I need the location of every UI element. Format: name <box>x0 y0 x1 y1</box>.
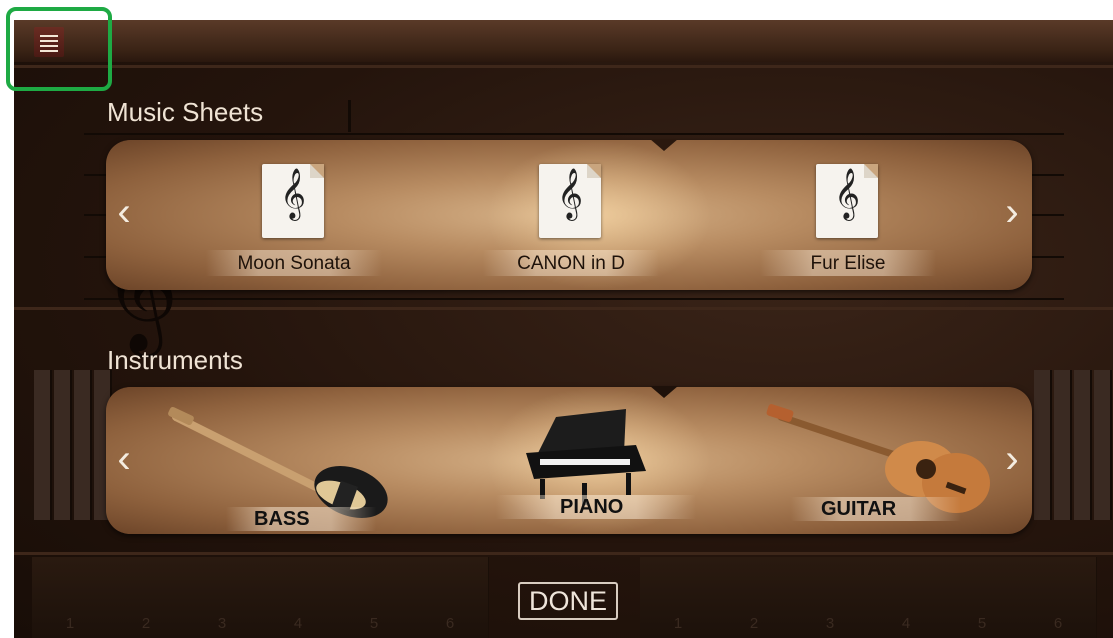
done-button[interactable]: DONE <box>518 582 618 620</box>
piano-key[interactable]: 3 <box>184 557 261 638</box>
piano-key[interactable]: 1 <box>32 557 109 638</box>
piano-key[interactable]: 5 <box>944 557 1021 638</box>
sheet-item-moon-sonata[interactable]: 𝄞 Moon Sonata <box>206 160 382 290</box>
sheet-item-label: CANON in D <box>517 253 625 274</box>
top-bar <box>14 20 1113 62</box>
sheet-item-label: Fur Elise <box>810 253 886 274</box>
piano-key[interactable]: 4 <box>260 557 337 638</box>
instrument-item-label: PIANO <box>560 496 624 518</box>
piano-key[interactable]: 6 <box>412 557 489 638</box>
piano-key[interactable]: 3 <box>792 557 869 638</box>
sheet-item-label: Moon Sonata <box>237 253 351 274</box>
sheet-music-icon: 𝄞 <box>539 164 601 238</box>
instrument-item-label: GUITAR <box>821 498 897 520</box>
music-sheets-carousel: ‹ › 𝄞 Moon Sonata 𝄞 CANON in D 𝄞 Fur Eli… <box>106 139 1032 290</box>
sheet-music-icon: 𝄞 <box>262 164 324 238</box>
piano-key[interactable]: 2 <box>108 557 185 638</box>
piano-key[interactable]: 6 <box>1020 557 1097 638</box>
instrument-item-guitar[interactable]: GUITAR <box>761 387 991 534</box>
instruments-prev-arrow[interactable]: ‹ <box>112 439 136 479</box>
instruments-carousel: ‹ › BASS PIANO GUITAR <box>106 386 1032 534</box>
divider <box>14 552 1113 555</box>
staff-bar <box>348 100 351 132</box>
menu-highlight-box <box>6 7 112 91</box>
sheet-music-icon: 𝄞 <box>816 164 878 238</box>
music-sheets-title: Music Sheets <box>107 97 264 127</box>
sheet-item-canon-in-d[interactable]: 𝄞 CANON in D <box>483 160 659 290</box>
app-window: 𝄞 Music Sheets ‹ › 𝄞 Moon Sonata 𝄞 CANON… <box>14 20 1113 638</box>
piano-key[interactable]: 2 <box>716 557 793 638</box>
instrument-item-bass[interactable]: BASS <box>166 387 406 534</box>
sheets-next-arrow[interactable]: › <box>1000 192 1024 232</box>
sheets-prev-arrow[interactable]: ‹ <box>112 192 136 232</box>
instruments-next-arrow[interactable]: › <box>1000 439 1024 479</box>
instrument-item-piano[interactable]: PIANO <box>496 387 696 534</box>
instrument-item-label: BASS <box>254 508 310 530</box>
staff-line <box>84 298 1064 300</box>
piano-key[interactable]: 1 <box>640 557 717 638</box>
piano-key[interactable]: 5 <box>336 557 413 638</box>
selection-notch <box>650 139 678 151</box>
staff-line <box>84 133 1064 135</box>
sheet-item-fur-elise[interactable]: 𝄞 Fur Elise <box>760 160 936 290</box>
divider <box>14 65 1113 68</box>
piano-key[interactable]: 4 <box>868 557 945 638</box>
instruments-title: Instruments <box>107 345 243 375</box>
